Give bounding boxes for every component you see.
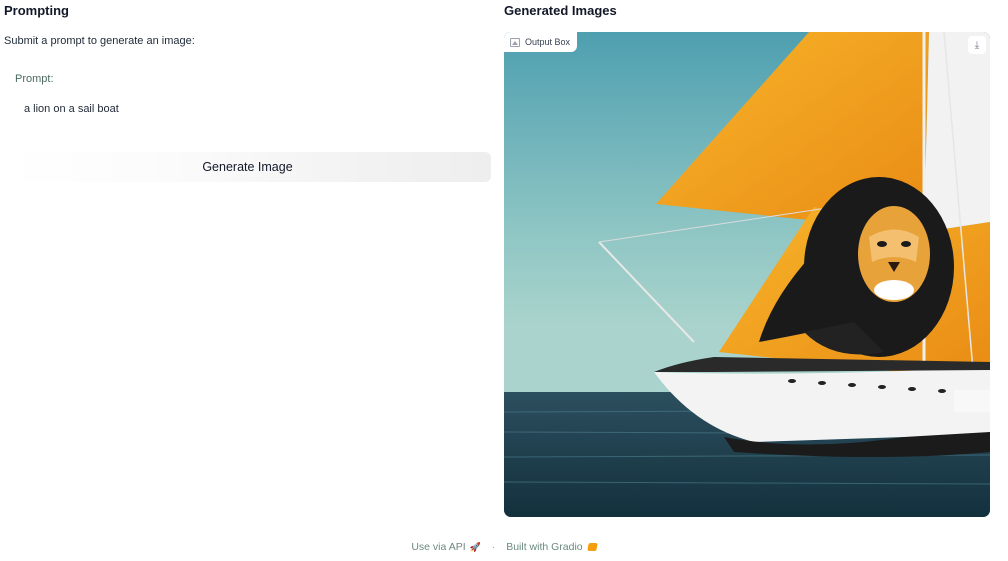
use-via-api-link[interactable]: Use via API 🚀 [411,541,481,553]
download-button[interactable]: ⤓ [968,36,986,54]
use-via-api-label: Use via API [411,541,466,553]
instructions-text: Submit a prompt to generate an image: [4,35,195,47]
built-with-gradio-label: Built with Gradio [506,541,583,553]
footer: Use via API 🚀 · Built with Gradio [0,541,1008,553]
prompt-input[interactable] [14,98,480,120]
output-box-label: Output Box [525,37,571,47]
generated-images-title: Generated Images [504,3,617,18]
gradio-logo [586,543,598,552]
image-icon [510,37,520,47]
download-icon: ⤓ [974,39,980,51]
built-with-gradio-link[interactable]: Built with Gradio [506,541,598,553]
prompting-title: Prompting [4,3,69,18]
generate-image-button[interactable]: Generate Image [4,152,491,182]
footer-separator: · [491,541,496,553]
generated-image [504,32,990,517]
output-box-tag: Output Box [504,32,578,52]
prompting-column: Prompting Submit a prompt to generate an… [0,0,496,520]
prompt-label: Prompt: [15,73,54,85]
output-image-frame: Output Box ⤓ [504,32,990,517]
prompt-block: Prompt: [4,62,491,132]
output-column: Generated Images Output Box ⤓ [498,0,1008,520]
rocket-icon: 🚀 [469,542,481,552]
